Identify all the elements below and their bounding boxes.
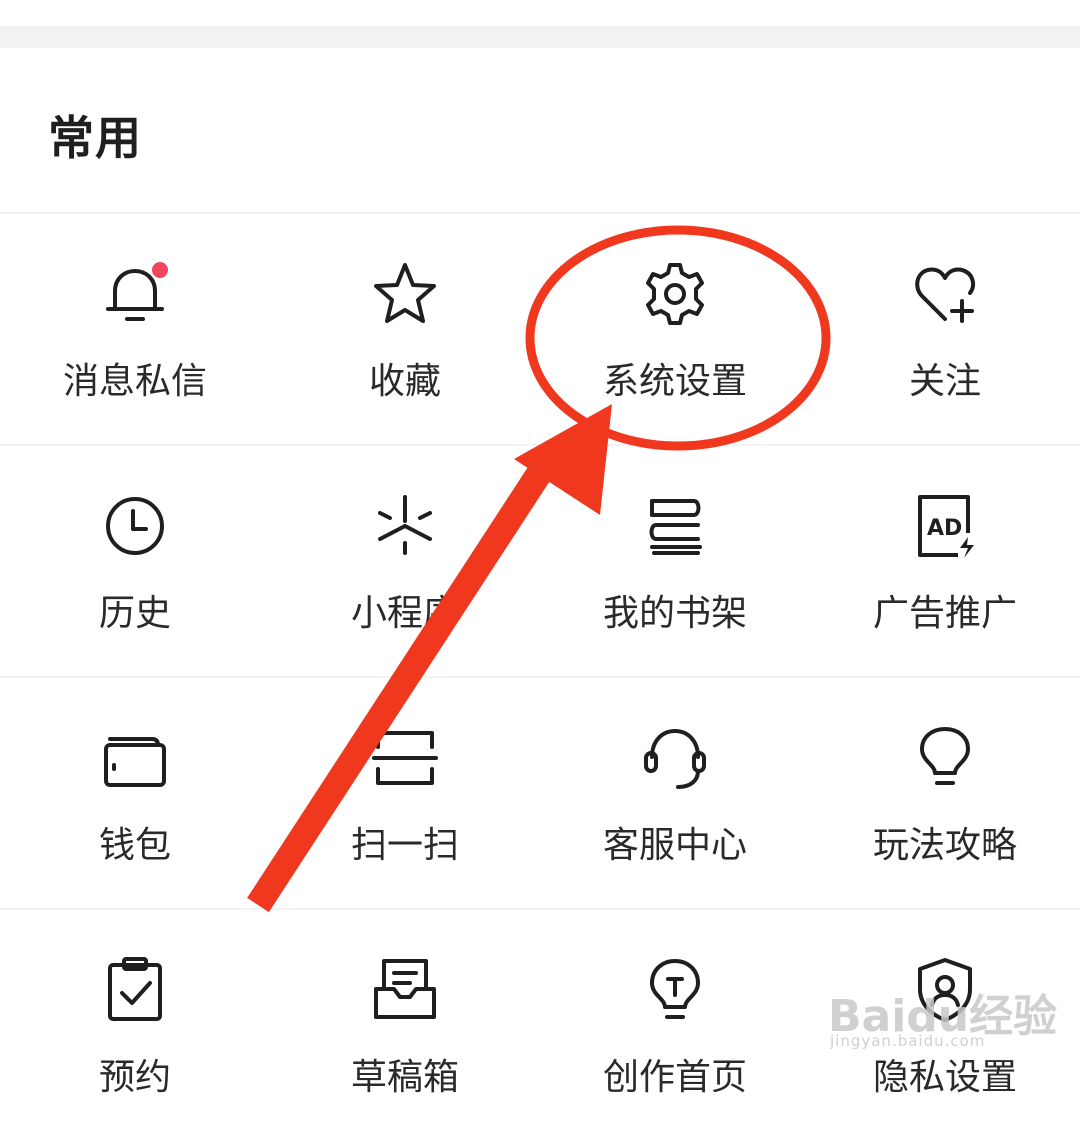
top-bar [0,0,1080,26]
grid-item-ad-promotion[interactable]: AD 广告推广 [810,446,1080,676]
grid-item-scan[interactable]: 扫一扫 [270,678,540,908]
grid-item-label: 预约 [98,1057,171,1098]
baidu-watermark: Baidu经验 jingyan.baidu.com [828,980,1068,1060]
wallet-icon [100,723,170,793]
mini-program-icon [370,491,440,561]
grid-item-wallet[interactable]: 钱包 [0,678,270,908]
headset-icon [640,723,710,793]
grid-item-history[interactable]: 历史 [0,446,270,676]
heart-plus-icon [910,259,980,329]
grid-item-label: 我的书架 [602,593,747,634]
lightbulb-icon [910,723,980,793]
grid-item-label: 钱包 [98,825,171,866]
section-title: 常用 [48,111,142,165]
grid-item-label: 消息私信 [62,361,207,402]
grid-item-label: 创作首页 [602,1057,747,1098]
grid-item-drafts[interactable]: 草稿箱 [270,910,540,1140]
grid-row: 历史 小程序 我的书架 AD 广告推广 [0,444,1080,676]
grid-item-label: 玩法攻略 [872,825,1017,866]
grid-item-follow[interactable]: 关注 [810,214,1080,444]
grid-item-label: 历史 [98,593,171,634]
star-icon [370,259,440,329]
grid-item-label: 收藏 [368,361,441,402]
grid-item-mini-program[interactable]: 小程序 [270,446,540,676]
grid-item-creator-home[interactable]: 创作首页 [540,910,810,1140]
grid-item-label: 广告推广 [872,593,1017,634]
clipboard-check-icon [100,955,170,1025]
section-separator [0,26,1080,48]
grid-item-bookshelf[interactable]: 我的书架 [540,446,810,676]
gear-icon [640,259,710,329]
grid-item-label: 小程序 [350,593,459,634]
grid-item-gameplay-guide[interactable]: 玩法攻略 [810,678,1080,908]
grid-item-label: 关注 [908,361,981,402]
watermark-url: jingyan.baidu.com [830,1032,986,1050]
ad-icon: AD [910,491,980,561]
grid-row: 消息私信 收藏 系统设置 关注 [0,212,1080,444]
scan-icon [370,723,440,793]
draft-box-icon [370,955,440,1025]
clock-icon [100,491,170,561]
grid-row: 钱包 扫一扫 客服中心 玩法攻略 [0,676,1080,908]
grid-item-customer-service[interactable]: 客服中心 [540,678,810,908]
grid-item-label: 客服中心 [602,825,747,866]
grid-item-favorites[interactable]: 收藏 [270,214,540,444]
grid-item-system-settings[interactable]: 系统设置 [540,214,810,444]
grid-item-label: 草稿箱 [350,1057,459,1098]
grid-item-reservation[interactable]: 预约 [0,910,270,1140]
creator-bulb-icon [640,955,710,1025]
grid-item-label: 系统设置 [602,361,747,402]
bookshelf-icon [640,491,710,561]
grid-item-label: 扫一扫 [350,825,459,866]
notification-badge [150,260,170,280]
svg-text:AD: AD [927,516,962,541]
grid-item-messages[interactable]: 消息私信 [0,214,270,444]
